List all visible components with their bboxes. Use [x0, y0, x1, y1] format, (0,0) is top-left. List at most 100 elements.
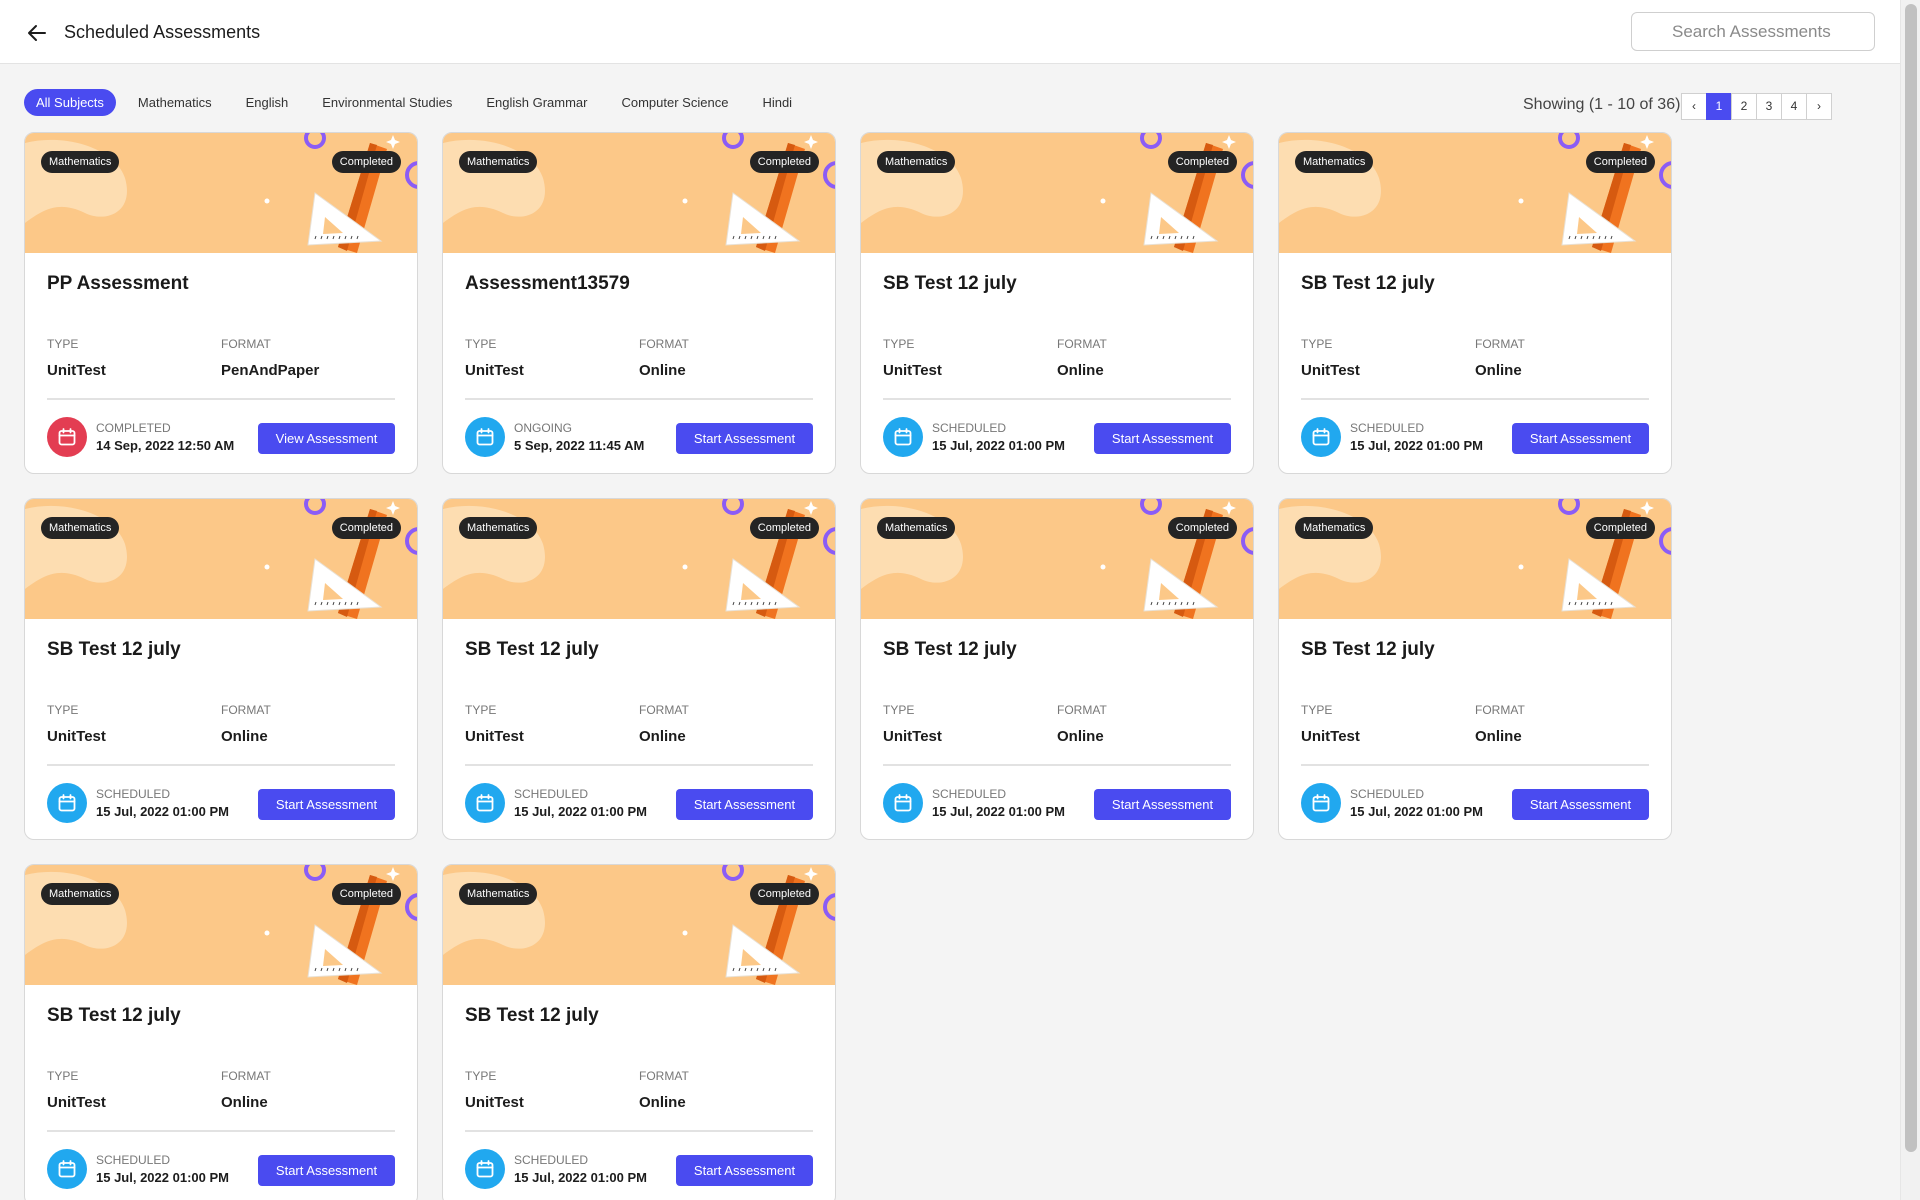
status-badge: Completed — [749, 883, 819, 905]
back-button[interactable] — [22, 18, 52, 48]
schedule-datetime: 14 Sep, 2022 12:50 AM — [96, 438, 235, 453]
assessment-card[interactable]: Mathematics Completed PP Assessment TYPE… — [24, 132, 418, 474]
status-badge: Completed — [331, 151, 401, 173]
divider — [465, 764, 813, 766]
subject-tag: Mathematics — [41, 151, 120, 173]
calendar-icon — [47, 1149, 87, 1189]
prev-page-button[interactable]: ‹ — [1681, 93, 1707, 120]
filter-chip-environmental-studies[interactable]: Environmental Studies — [310, 89, 464, 116]
assessment-title: PP Assessment — [47, 273, 189, 294]
divider — [465, 398, 813, 400]
assessment-title: SB Test 12 july — [883, 273, 1017, 294]
page-button-3[interactable]: 3 — [1756, 93, 1782, 120]
type-value: UnitTest — [47, 362, 106, 379]
assessment-card[interactable]: Mathematics Completed SB Test 12 july TY… — [442, 864, 836, 1200]
type-label: TYPE — [47, 1069, 79, 1083]
type-value: UnitTest — [883, 728, 942, 745]
assessment-action-button[interactable]: Start Assessment — [676, 1155, 813, 1186]
filter-chip-computer-science[interactable]: Computer Science — [609, 89, 740, 116]
status-badge: Completed — [749, 151, 819, 173]
assessment-action-button[interactable]: Start Assessment — [676, 423, 813, 454]
schedule-state: SCHEDULED — [514, 787, 589, 801]
status-badge: Completed — [331, 517, 401, 539]
type-label: TYPE — [47, 337, 79, 351]
calendar-icon — [47, 417, 87, 457]
schedule-state: SCHEDULED — [96, 1153, 171, 1167]
format-label: FORMAT — [1057, 337, 1107, 351]
assessment-card[interactable]: Mathematics Completed SB Test 12 july TY… — [1278, 498, 1672, 840]
subject-tag: Mathematics — [1295, 517, 1374, 539]
filter-chip-all-subjects[interactable]: All Subjects — [24, 89, 116, 116]
format-label: FORMAT — [639, 1069, 689, 1083]
arrow-left-icon — [28, 25, 46, 41]
assessment-title: Assessment13579 — [465, 273, 630, 294]
subject-tag: Mathematics — [877, 517, 956, 539]
format-value: Online — [1057, 728, 1104, 745]
schedule-state: SCHEDULED — [514, 1153, 589, 1167]
status-badge: Completed — [1167, 151, 1237, 173]
next-page-button[interactable]: › — [1806, 93, 1832, 120]
format-value: Online — [639, 1094, 686, 1111]
format-label: FORMAT — [639, 703, 689, 717]
calendar-icon — [1301, 417, 1341, 457]
format-value: Online — [221, 728, 268, 745]
assessment-action-button[interactable]: Start Assessment — [1512, 423, 1649, 454]
schedule-datetime: 15 Jul, 2022 01:00 PM — [96, 804, 229, 819]
assessment-action-button[interactable]: View Assessment — [258, 423, 395, 454]
schedule-datetime: 15 Jul, 2022 01:00 PM — [514, 804, 647, 819]
page-button-4[interactable]: 4 — [1781, 93, 1807, 120]
type-label: TYPE — [465, 703, 497, 717]
assessment-action-button[interactable]: Start Assessment — [676, 789, 813, 820]
card-banner: Mathematics Completed — [443, 133, 835, 253]
search-input[interactable] — [1631, 12, 1875, 51]
subject-tag: Mathematics — [459, 883, 538, 905]
format-value: PenAndPaper — [221, 362, 320, 379]
divider — [47, 764, 395, 766]
format-label: FORMAT — [639, 337, 689, 351]
schedule-datetime: 15 Jul, 2022 01:00 PM — [932, 438, 1065, 453]
format-value: Online — [1475, 728, 1522, 745]
filter-chip-hindi[interactable]: Hindi — [750, 89, 804, 116]
page-button-1[interactable]: 1 — [1706, 93, 1732, 120]
page-button-2[interactable]: 2 — [1731, 93, 1757, 120]
card-banner: Mathematics Completed — [25, 133, 417, 253]
filter-chip-english-grammar[interactable]: English Grammar — [474, 89, 599, 116]
calendar-icon — [465, 417, 505, 457]
assessment-card[interactable]: Mathematics Completed Assessment13579 TY… — [442, 132, 836, 474]
subject-tag: Mathematics — [459, 517, 538, 539]
assessment-card[interactable]: Mathematics Completed SB Test 12 july TY… — [24, 498, 418, 840]
assessment-action-button[interactable]: Start Assessment — [1094, 423, 1231, 454]
calendar-icon — [883, 783, 923, 823]
schedule-state: SCHEDULED — [96, 787, 171, 801]
schedule-datetime: 15 Jul, 2022 01:00 PM — [514, 1170, 647, 1185]
assessment-card[interactable]: Mathematics Completed SB Test 12 july TY… — [860, 132, 1254, 474]
filter-chip-english[interactable]: English — [234, 89, 301, 116]
pagination: ‹ 1 2 3 4 › — [1681, 93, 1832, 120]
assessment-action-button[interactable]: Start Assessment — [258, 1155, 395, 1186]
schedule-datetime: 15 Jul, 2022 01:00 PM — [1350, 804, 1483, 819]
assessment-action-button[interactable]: Start Assessment — [1512, 789, 1649, 820]
assessment-card[interactable]: Mathematics Completed SB Test 12 july TY… — [24, 864, 418, 1200]
assessment-action-button[interactable]: Start Assessment — [1094, 789, 1231, 820]
divider — [883, 398, 1231, 400]
schedule-datetime: 5 Sep, 2022 11:45 AM — [514, 438, 645, 453]
assessment-card[interactable]: Mathematics Completed SB Test 12 july TY… — [442, 498, 836, 840]
calendar-icon — [1301, 783, 1341, 823]
format-label: FORMAT — [1057, 703, 1107, 717]
type-value: UnitTest — [1301, 362, 1360, 379]
assessment-card[interactable]: Mathematics Completed SB Test 12 july TY… — [1278, 132, 1672, 474]
assessment-action-button[interactable]: Start Assessment — [258, 789, 395, 820]
divider — [47, 398, 395, 400]
status-badge: Completed — [331, 883, 401, 905]
card-banner: Mathematics Completed — [861, 133, 1253, 253]
scrollbar[interactable] — [1900, 0, 1920, 1200]
subject-tag: Mathematics — [877, 151, 956, 173]
schedule-state: SCHEDULED — [1350, 787, 1425, 801]
assessment-card[interactable]: Mathematics Completed SB Test 12 july TY… — [860, 498, 1254, 840]
scrollbar-thumb[interactable] — [1905, 4, 1917, 1152]
calendar-icon — [883, 417, 923, 457]
type-value: UnitTest — [47, 728, 106, 745]
filter-chip-mathematics[interactable]: Mathematics — [126, 89, 224, 116]
card-banner: Mathematics Completed — [1279, 499, 1671, 619]
type-label: TYPE — [465, 337, 497, 351]
